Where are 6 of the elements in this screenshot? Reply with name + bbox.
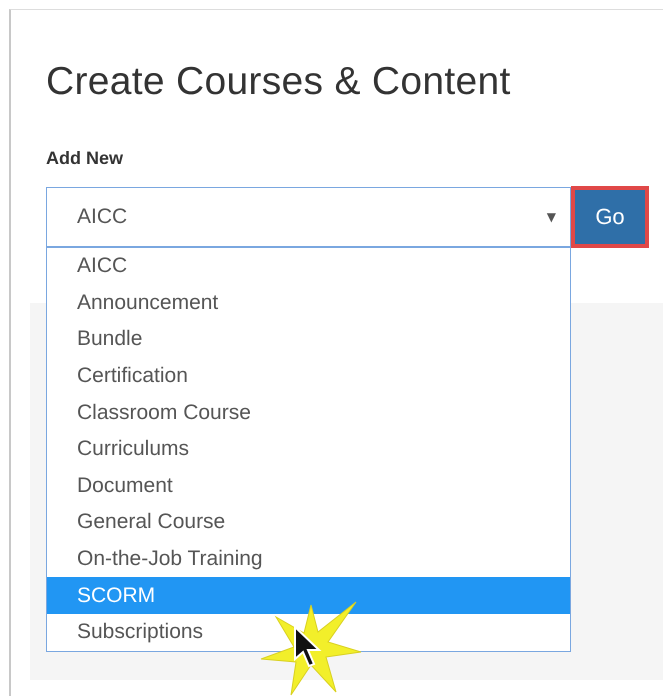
page-title: Create Courses & Content [46, 60, 512, 104]
go-button[interactable]: Go [571, 186, 649, 248]
caret-icon: ▼ [546, 210, 556, 224]
type-select[interactable]: AICC ▼ [46, 187, 571, 247]
field-label: Add New [46, 148, 124, 169]
cursor-icon [293, 625, 323, 669]
